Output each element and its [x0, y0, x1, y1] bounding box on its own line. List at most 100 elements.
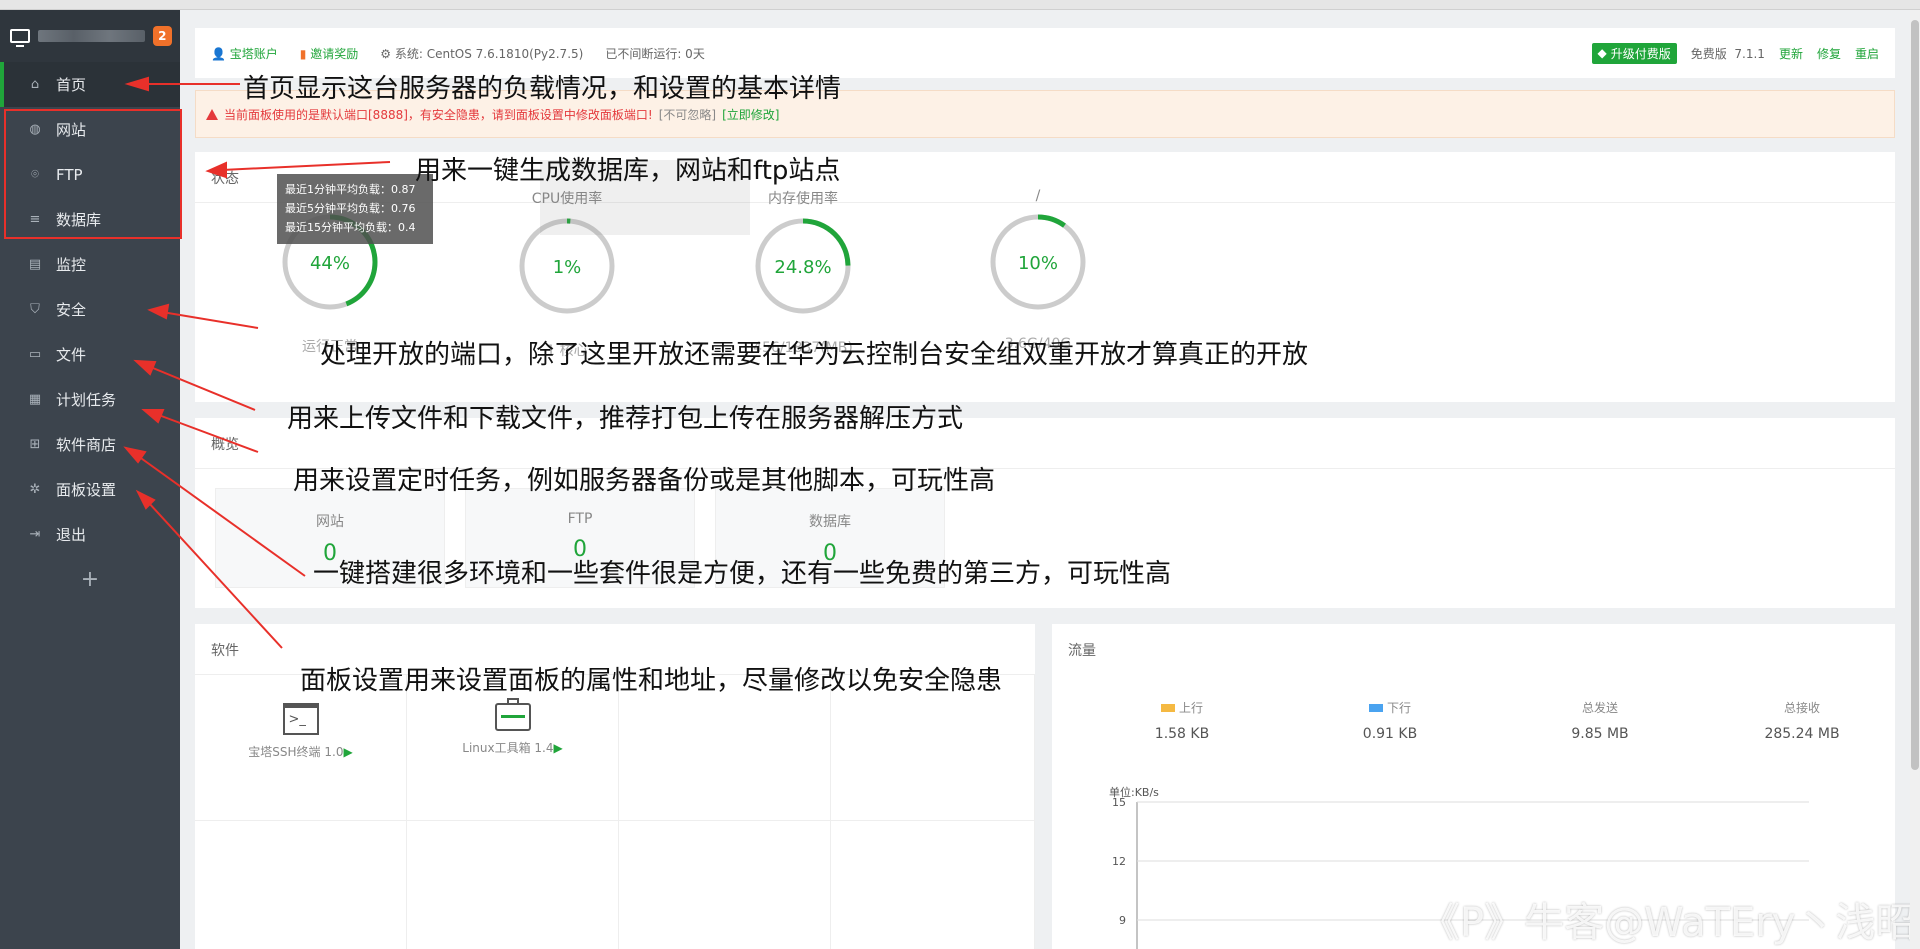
traffic-label: 总接收	[1783, 701, 1820, 715]
annotation-note: 一键搭建很多环境和一些套件很是方便，还有一些免费的第三方，可玩性高	[313, 559, 1172, 589]
watermark: 《P》牛客@WaTEry丶浅昭	[1420, 900, 1916, 946]
annotation-note: 处理开放的端口，除了这里开放还需要在华为云控制台安全组双重开放才算真正的开放	[320, 340, 1309, 370]
play-icon: ▶	[553, 741, 563, 755]
sidebar-header: 2	[0, 10, 180, 62]
status-gauge[interactable]: 内存使用率 24.8% 456/1837(MB)	[753, 188, 853, 356]
upgrade-button[interactable]: ◆ 升级付费版	[1591, 42, 1677, 64]
server-monitor-icon	[10, 29, 30, 47]
sidebar-item-label: 安全	[56, 301, 87, 319]
repair-link[interactable]: 修复	[1817, 45, 1841, 62]
invite-link[interactable]: ▮ 邀请奖励	[300, 45, 358, 62]
window-top-strip	[0, 0, 1920, 10]
gauge-ring: 10%	[990, 214, 1086, 310]
y-tick: 15	[1112, 796, 1126, 809]
traffic-label: 总发送	[1581, 701, 1618, 715]
logout-icon: ⇥	[29, 526, 41, 542]
software-empty-slot	[831, 821, 1035, 949]
sidebar-item-5[interactable]: ⛉ 安全	[0, 287, 180, 332]
sidebar-item-9[interactable]: ✲ 面板设置	[0, 467, 180, 512]
download-swatch	[1368, 703, 1383, 712]
sidebar-item-8[interactable]: ⊞ 软件商店	[0, 422, 180, 467]
warning-fix-link[interactable]: [立即修改]	[722, 106, 779, 123]
edition-label: 免费版 7.1.1	[1690, 46, 1765, 61]
gauge-label: /	[1035, 188, 1041, 204]
traffic-label: 下行	[1386, 701, 1411, 715]
sidebar-item-6[interactable]: ▭ 文件	[0, 332, 180, 377]
software-name: Linux工具箱 1.4▶	[462, 741, 563, 755]
gauge-value: 10%	[1018, 253, 1058, 274]
sidebar-item-label: 退出	[56, 526, 87, 544]
gauge-label: 内存使用率	[768, 191, 838, 207]
system-info: ⚙ 系统: CentOS 7.6.1810(Py2.7.5)	[380, 46, 584, 61]
stat-label: 数据库	[809, 514, 851, 530]
shield-icon: ⛉	[30, 301, 40, 317]
software-empty-slot	[619, 821, 831, 949]
overview-title: 概览	[211, 437, 239, 453]
sidebar-item-10[interactable]: ⇥ 退出	[0, 512, 180, 557]
sidebar-item-4[interactable]: ▤ 监控	[0, 242, 180, 287]
software-empty-slot	[195, 821, 407, 949]
traffic-total-received: 总接收 285.24 MB	[1732, 699, 1872, 742]
traffic-value: 0.91 KB	[1362, 726, 1418, 742]
annotation-note: 用来上传文件和下载文件，推荐打包上传在服务器解压方式	[287, 404, 964, 434]
home-icon: ⌂	[30, 76, 40, 92]
scrollbar[interactable]	[1910, 10, 1920, 949]
apps-icon: ⊞	[29, 436, 41, 452]
folder-icon: ▭	[28, 346, 42, 362]
gauge-value: 44%	[310, 253, 350, 274]
y-tick: 9	[1119, 914, 1126, 927]
sidebar-item-label: 监控	[56, 256, 87, 274]
annotation-note: 首页显示这台服务器的负载情况，和设置的基本详情	[243, 74, 842, 104]
sidebar-item-label: 首页	[56, 76, 87, 94]
add-menu-button[interactable]: +	[0, 557, 180, 601]
tooltip-line: 最近1分钟平均负载：0.87	[285, 183, 416, 196]
gauge-value: 24.8%	[774, 257, 831, 278]
sidebar-item-label: 面板设置	[56, 481, 117, 499]
stat-label: 网站	[316, 514, 344, 530]
software-title: 软件	[211, 643, 239, 659]
software-name: 宝塔SSH终端 1.0▶	[248, 745, 353, 759]
load-tooltip: 最近1分钟平均负载：0.87 最近5分钟平均负载：0.76 最近15分钟平均负载…	[277, 174, 433, 244]
calendar-icon: ▦	[28, 391, 42, 407]
restart-link[interactable]: 重启	[1855, 45, 1879, 62]
traffic-upload: 上行 1.58 KB	[1112, 699, 1252, 742]
sidebar-item-label: 文件	[56, 346, 87, 364]
uptime-info: 已不间断运行: 0天	[605, 46, 705, 61]
traffic-value: 1.58 KB	[1154, 726, 1210, 742]
annotation-note: 面板设置用来设置面板的属性和地址，尽量修改以免安全隐患	[300, 666, 1003, 696]
gear-icon: ✲	[29, 481, 41, 497]
sidebar-item-label: 软件商店	[56, 436, 117, 454]
annotation-note: 用来一键生成数据库，网站和ftp站点	[415, 156, 841, 186]
tooltip-line: 最近5分钟平均负载：0.76	[285, 202, 416, 215]
gauge-value: 1%	[553, 257, 582, 278]
stat-label: FTP	[567, 511, 593, 527]
toolbox-icon	[494, 698, 531, 731]
annotation-highlight-box	[4, 109, 182, 239]
traffic-download: 下行 0.91 KB	[1320, 699, 1460, 742]
server-name-blurred	[37, 30, 145, 42]
software-empty-slot	[407, 821, 619, 949]
gauge-ring: 24.8%	[755, 218, 851, 314]
traffic-label: 上行	[1178, 701, 1203, 715]
status-gauge[interactable]: /10% 3.6G/40G	[988, 188, 1088, 352]
warning-ignore: [不可忽略]	[658, 107, 717, 122]
play-icon: ▶	[343, 745, 353, 759]
warning-text: 当前面板使用的是默认端口[8888]，有安全隐患，请到面板设置中修改面板端口!	[224, 107, 653, 122]
sidebar-item-label: 计划任务	[56, 391, 117, 409]
account-link[interactable]: 👤 宝塔账户	[211, 45, 278, 62]
upload-swatch	[1160, 703, 1175, 712]
gift-icon: ▮	[299, 46, 307, 61]
sidebar-item-7[interactable]: ▦ 计划任务	[0, 377, 180, 422]
tooltip-line: 最近15分钟平均负载：0.4	[285, 221, 416, 234]
traffic-value: 9.85 MB	[1571, 726, 1629, 742]
scrollbar-thumb[interactable]	[1911, 20, 1919, 770]
status-title: 状态	[211, 171, 239, 187]
gear-icon: ⚙	[380, 46, 392, 61]
terminal-icon: >_	[282, 703, 319, 735]
user-icon: 👤	[211, 46, 226, 61]
notification-badge[interactable]: 2	[152, 26, 172, 46]
sidebar-item-0[interactable]: ⌂ 首页	[0, 62, 180, 107]
update-link[interactable]: 更新	[1779, 45, 1803, 62]
traffic-title: 流量	[1068, 643, 1096, 659]
annotation-note: 用来设置定时任务，例如服务器备份或是其他脚本，可玩性高	[293, 466, 996, 496]
